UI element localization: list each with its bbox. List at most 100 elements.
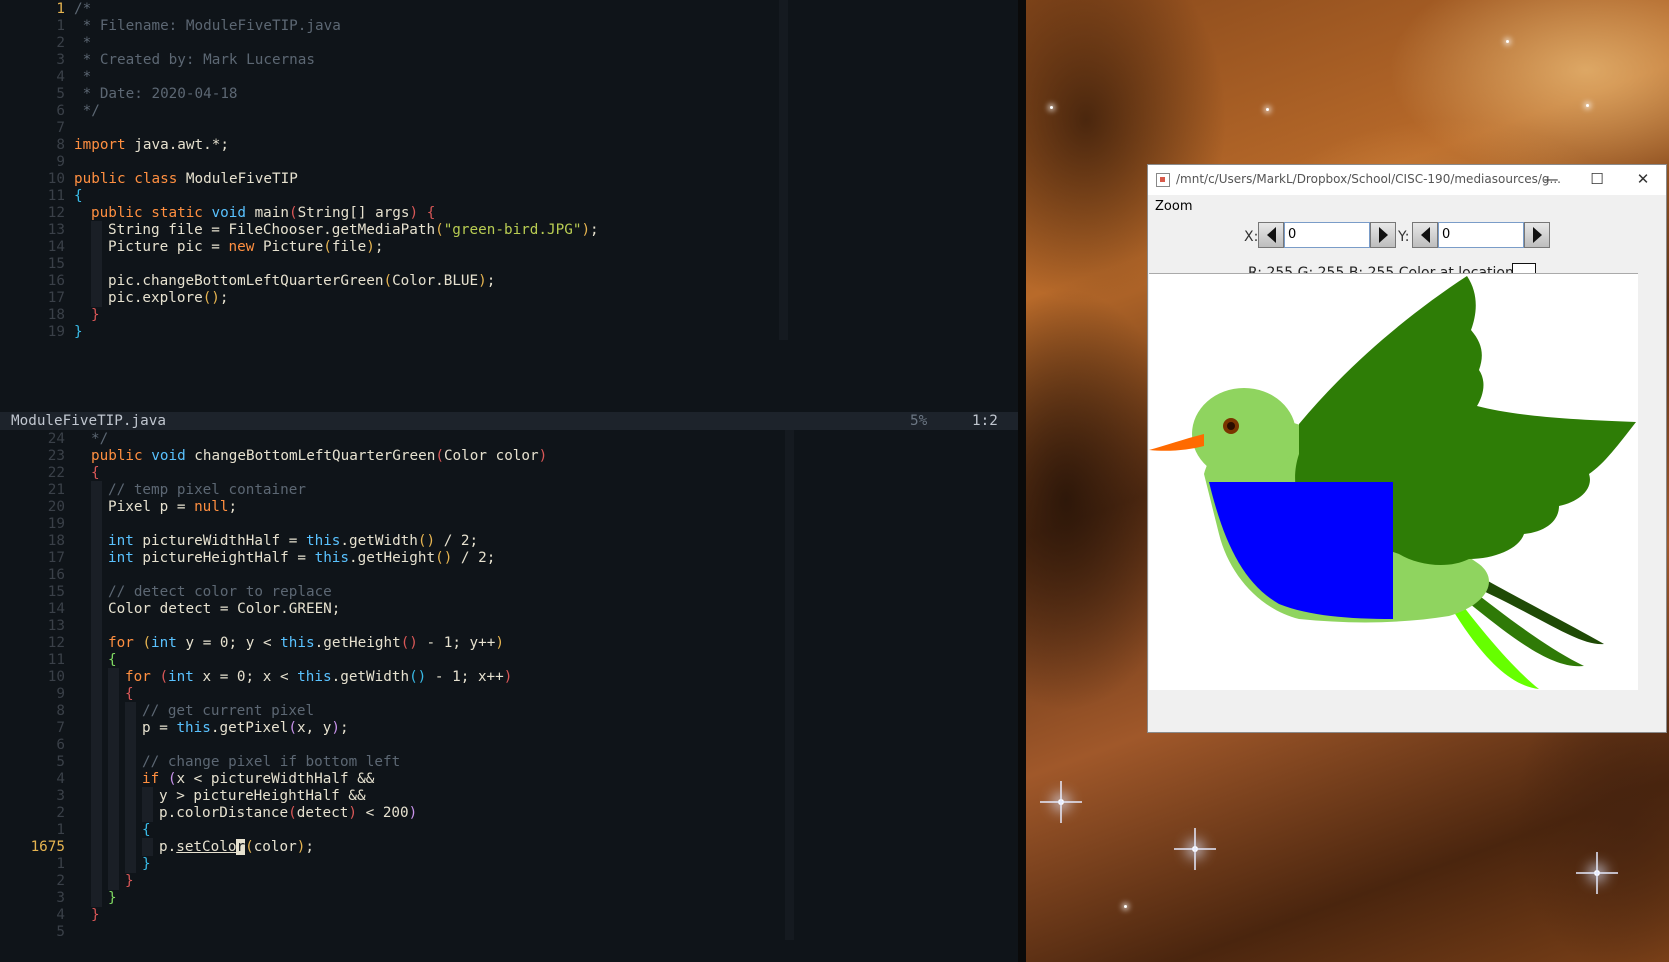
code-line[interactable]: 19 (0, 515, 1018, 533)
indent-guide (91, 549, 102, 567)
code-token: */ (74, 103, 100, 119)
code-line[interactable]: 5 (0, 923, 1018, 941)
y-decrement-button[interactable] (1412, 222, 1438, 248)
code-text: public static void main(String[] args) { (91, 204, 435, 222)
menu-zoom[interactable]: Zoom (1155, 199, 1192, 214)
code-text: for (int y = 0; y < this.getHeight() - 1… (108, 634, 504, 652)
code-line[interactable]: 5 * Date: 2020-04-18 (0, 85, 1018, 103)
indent-guide (91, 498, 102, 516)
indent-guide (125, 821, 136, 839)
x-decrement-button[interactable] (1258, 222, 1284, 248)
code-line[interactable]: 12 public static void main(String[] args)… (0, 204, 1018, 222)
code-line[interactable]: 18} (0, 306, 1018, 324)
indent-guide (91, 532, 102, 550)
code-line[interactable]: 11 { (0, 187, 1018, 205)
x-coordinate-input[interactable]: 0 (1284, 222, 1370, 248)
code-line[interactable]: 10 for (int x = 0; x < this.getWidth() - … (0, 668, 1018, 686)
code-line[interactable]: 1675 p.setColor(color); (0, 838, 1018, 856)
code-line[interactable]: 8 // get current pixel (0, 702, 1018, 720)
code-line[interactable]: 14 Picture pic = new Picture(file); (0, 238, 1018, 256)
code-line[interactable]: 12 for (int y = 0; y < this.getHeight() -… (0, 634, 1018, 652)
code-line[interactable]: 18 int pictureWidthHalf = this.getWidth()… (0, 532, 1018, 550)
code-line[interactable]: 21 // temp pixel container (0, 481, 1018, 499)
menu-bar: Zoom (1148, 195, 1666, 217)
code-line[interactable]: 2 * (0, 34, 1018, 52)
indent-guide (125, 736, 136, 754)
x-increment-button[interactable] (1370, 222, 1396, 248)
code-line[interactable]: 16 pic.changeBottomLeftQuarterGreen(Color… (0, 272, 1018, 290)
code-line[interactable]: 23 public void changeBottomLeftQuarterGre… (0, 447, 1018, 465)
code-line[interactable]: 3 y > pictureHeightHalf && (0, 787, 1018, 805)
editor-top-pane[interactable]: 1/* 1 * Filename: ModuleFiveTIP.java 2 * 3 … (0, 0, 1018, 412)
code-line[interactable]: 19} (0, 323, 1018, 341)
code-line[interactable]: 8 import java.awt.*; (0, 136, 1018, 154)
y-coordinate-input[interactable]: 0 (1438, 222, 1524, 248)
code-line[interactable]: 9 (0, 153, 1018, 171)
line-number: 3 (56, 52, 65, 68)
code-token: * Filename: ModuleFiveTIP.java (74, 18, 341, 34)
window-titlebar[interactable]: /mnt/c/Users/MarkL/Dropbox/School/CISC-1… (1148, 165, 1666, 195)
code-token: y > pictureHeightHalf && (159, 788, 366, 804)
code-line[interactable]: 6 (0, 736, 1018, 754)
code-line[interactable]: 7 (0, 119, 1018, 137)
code-line[interactable]: 2} (0, 872, 1018, 890)
code-text: /* (74, 0, 91, 18)
code-line[interactable]: 9{ (0, 685, 1018, 703)
code-token: .getHeight (314, 635, 401, 651)
code-line[interactable]: 4 if (x < pictureWidthHalf && (0, 770, 1018, 788)
code-line[interactable]: 13 (0, 617, 1018, 635)
line-number: 2 (56, 873, 65, 889)
code-line[interactable]: 7 p = this.getPixel(x, y); (0, 719, 1018, 737)
code-line[interactable]: 4 * (0, 68, 1018, 86)
code-token: * (74, 35, 92, 51)
code-token: main (245, 205, 290, 221)
code-line[interactable]: 4} (0, 906, 1018, 924)
code-line[interactable]: 15 (0, 255, 1018, 273)
picture-explorer-window[interactable]: /mnt/c/Users/MarkL/Dropbox/School/CISC-1… (1147, 164, 1667, 733)
code-line[interactable]: 17 pic.explore(); (0, 289, 1018, 307)
code-line[interactable]: 24 */ (0, 430, 1018, 448)
code-line[interactable]: 6 */ (0, 102, 1018, 120)
code-token: this (314, 550, 350, 566)
close-button[interactable]: ✕ (1620, 165, 1666, 195)
indent-guide (91, 753, 102, 771)
code-text: pic.explore(); (108, 289, 229, 307)
code-text: } (91, 306, 100, 324)
line-number: 2 (56, 35, 65, 51)
code-line[interactable]: 11 { (0, 651, 1018, 669)
code-token: Color color (443, 448, 539, 464)
code-line[interactable]: 10 public class ModuleFiveTIP (0, 170, 1018, 188)
code-token: ; (374, 239, 384, 255)
code-line[interactable]: 3 * Created by: Mark Lucernas (0, 51, 1018, 69)
code-line[interactable]: 1 /* (0, 0, 1018, 18)
code-line[interactable]: 16 (0, 566, 1018, 584)
code-line[interactable]: 20 Pixel p = null; (0, 498, 1018, 516)
code-line[interactable]: 13 String file = FileChooser.getMediaPath… (0, 221, 1018, 239)
left-arrow-icon (1266, 227, 1276, 243)
minimize-button[interactable]: — (1528, 165, 1574, 195)
indent-guide (108, 855, 119, 873)
code-line[interactable]: 2 p.colorDistance(detect) < 200) (0, 804, 1018, 822)
maximize-button[interactable]: ☐ (1574, 165, 1620, 195)
code-line[interactable]: 15 // detect color to replace (0, 583, 1018, 601)
code-line[interactable]: 1{ (0, 821, 1018, 839)
code-line[interactable]: 5 // change pixel if bottom left (0, 753, 1018, 771)
editor-bottom-pane[interactable]: 24 */23 public void changeBottomLeftQuarte… (0, 430, 1018, 962)
code-line[interactable]: 1} (0, 855, 1018, 873)
y-increment-button[interactable] (1524, 222, 1550, 248)
picture-canvas[interactable] (1149, 273, 1638, 690)
code-line[interactable]: 22 { (0, 464, 1018, 482)
code-editor[interactable]: 1/* 1 * Filename: ModuleFiveTIP.java 2 * 3 … (0, 0, 1018, 962)
code-token: () (202, 290, 220, 306)
indent-guide (91, 872, 102, 890)
indent-guide (125, 770, 136, 788)
indent-guide (125, 753, 136, 771)
code-line[interactable]: 17 int pictureHeightHalf = this.getHeight… (0, 549, 1018, 567)
bird-head (1192, 388, 1296, 480)
code-line[interactable]: 3} (0, 889, 1018, 907)
code-line[interactable]: 14 Color detect = Color.GREEN; (0, 600, 1018, 618)
code-line[interactable]: 1 * Filename: ModuleFiveTIP.java (0, 17, 1018, 35)
indent-guide (91, 566, 102, 584)
code-token: .getWidth (340, 533, 418, 549)
code-token: ; (340, 720, 349, 736)
